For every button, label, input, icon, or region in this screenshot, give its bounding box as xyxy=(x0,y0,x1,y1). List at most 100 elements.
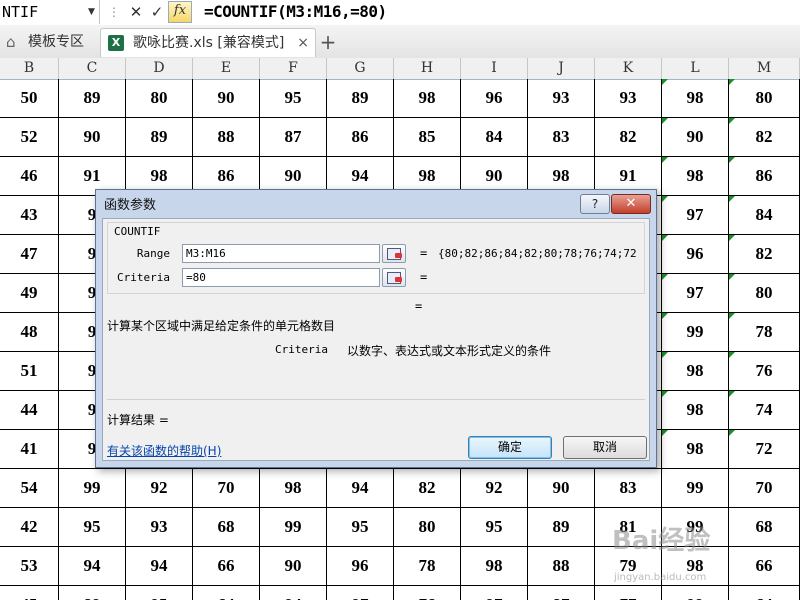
table-cell[interactable]: 98 xyxy=(394,79,461,117)
column-header[interactable]: H xyxy=(394,58,461,79)
table-cell[interactable]: 80 xyxy=(729,79,800,117)
table-cell[interactable]: 42 xyxy=(0,508,59,546)
table-cell[interactable]: 90 xyxy=(59,118,126,156)
table-cell[interactable]: 99 xyxy=(662,586,729,600)
table-cell[interactable]: 95 xyxy=(260,79,327,117)
table-cell[interactable]: 80 xyxy=(729,274,800,312)
table-cell[interactable]: 74 xyxy=(729,391,800,429)
table-cell[interactable]: 89 xyxy=(327,79,394,117)
table-cell[interactable]: 82 xyxy=(729,235,800,273)
table-cell[interactable]: 98 xyxy=(461,547,528,585)
table-cell[interactable]: 90 xyxy=(662,118,729,156)
table-cell[interactable]: 94 xyxy=(126,547,193,585)
column-header[interactable]: I xyxy=(461,58,528,79)
table-cell[interactable]: 41 xyxy=(0,430,59,468)
table-cell[interactable]: 83 xyxy=(595,469,662,507)
table-cell[interactable]: 97 xyxy=(461,586,528,600)
chevron-down-icon[interactable]: ▼ xyxy=(88,0,100,24)
table-cell[interactable]: 95 xyxy=(327,508,394,546)
cancel-icon[interactable]: ✕ xyxy=(126,2,146,22)
column-header[interactable]: F xyxy=(260,58,327,79)
criteria-collapse-button[interactable] xyxy=(382,268,406,287)
criteria-input[interactable]: =80 xyxy=(182,268,380,287)
help-button[interactable]: ? xyxy=(580,194,610,214)
table-cell[interactable]: 47 xyxy=(0,235,59,273)
column-header[interactable]: C xyxy=(59,58,126,79)
table-cell[interactable]: 92 xyxy=(461,469,528,507)
table-cell[interactable]: 99 xyxy=(662,469,729,507)
table-cell[interactable]: 97 xyxy=(327,586,394,600)
table-cell[interactable]: 43 xyxy=(0,196,59,234)
column-header[interactable]: E xyxy=(193,58,260,79)
table-cell[interactable]: 98 xyxy=(662,79,729,117)
column-header[interactable]: J xyxy=(528,58,595,79)
close-button[interactable]: ✕ xyxy=(611,194,651,214)
table-cell[interactable]: 64 xyxy=(193,586,260,600)
table-cell[interactable]: 48 xyxy=(0,313,59,351)
table-cell[interactable]: 90 xyxy=(193,79,260,117)
table-cell[interactable]: 80 xyxy=(394,508,461,546)
table-cell[interactable]: 44 xyxy=(0,391,59,429)
table-cell[interactable]: 98 xyxy=(662,391,729,429)
table-cell[interactable]: 97 xyxy=(662,196,729,234)
table-cell[interactable]: 97 xyxy=(662,274,729,312)
name-box[interactable]: NTIF xyxy=(0,0,100,24)
table-cell[interactable]: 50 xyxy=(0,79,59,117)
table-cell[interactable]: 95 xyxy=(59,508,126,546)
table-cell[interactable]: 88 xyxy=(528,547,595,585)
table-cell[interactable]: 54 xyxy=(0,469,59,507)
table-cell[interactable]: 89 xyxy=(528,508,595,546)
table-cell[interactable]: 82 xyxy=(595,118,662,156)
table-cell[interactable]: 92 xyxy=(126,469,193,507)
range-input[interactable]: M3:M16 xyxy=(182,244,380,263)
table-cell[interactable]: 86 xyxy=(327,118,394,156)
table-cell[interactable]: 80 xyxy=(126,79,193,117)
formula-input[interactable]: =COUNTIF(M3:M16,=80) xyxy=(204,0,387,24)
table-cell[interactable]: 90 xyxy=(260,547,327,585)
cancel-button[interactable]: 取消 xyxy=(563,436,647,459)
table-cell[interactable]: 68 xyxy=(193,508,260,546)
column-header[interactable]: B xyxy=(0,58,59,79)
table-cell[interactable]: 78 xyxy=(394,547,461,585)
table-cell[interactable]: 99 xyxy=(260,508,327,546)
table-cell[interactable]: 82 xyxy=(394,469,461,507)
table-cell[interactable]: 96 xyxy=(327,547,394,585)
table-cell[interactable]: 89 xyxy=(126,118,193,156)
table-cell[interactable]: 76 xyxy=(394,586,461,600)
tab-workbook[interactable]: X 歌咏比赛.xls [兼容模式] × xyxy=(100,28,316,57)
table-cell[interactable]: 96 xyxy=(461,79,528,117)
column-header[interactable]: K xyxy=(595,58,662,79)
table-cell[interactable]: 76 xyxy=(729,352,800,390)
table-cell[interactable]: 64 xyxy=(729,586,800,600)
table-cell[interactable]: 93 xyxy=(126,508,193,546)
table-cell[interactable]: 98 xyxy=(662,352,729,390)
table-cell[interactable]: 89 xyxy=(59,586,126,600)
table-cell[interactable]: 93 xyxy=(595,79,662,117)
table-cell[interactable]: 85 xyxy=(394,118,461,156)
table-cell[interactable]: 46 xyxy=(0,157,59,195)
table-cell[interactable]: 84 xyxy=(729,196,800,234)
table-cell[interactable]: 83 xyxy=(528,118,595,156)
table-cell[interactable]: 53 xyxy=(0,547,59,585)
table-cell[interactable]: 78 xyxy=(729,313,800,351)
table-cell[interactable]: 87 xyxy=(260,118,327,156)
table-cell[interactable]: 72 xyxy=(729,430,800,468)
table-cell[interactable]: 94 xyxy=(260,586,327,600)
table-cell[interactable]: 95 xyxy=(461,508,528,546)
table-cell[interactable]: 70 xyxy=(729,469,800,507)
table-cell[interactable]: 99 xyxy=(59,469,126,507)
range-collapse-button[interactable] xyxy=(382,244,406,263)
table-cell[interactable]: 96 xyxy=(662,235,729,273)
table-cell[interactable]: 89 xyxy=(59,79,126,117)
column-header[interactable]: L xyxy=(662,58,729,79)
table-cell[interactable]: 86 xyxy=(729,157,800,195)
table-cell[interactable]: 90 xyxy=(528,469,595,507)
tab-template-zone[interactable]: ⌂ 模板专区 xyxy=(4,28,104,56)
table-cell[interactable]: 94 xyxy=(327,469,394,507)
close-icon[interactable]: × xyxy=(297,29,309,57)
table-cell[interactable]: 66 xyxy=(193,547,260,585)
table-cell[interactable]: 95 xyxy=(126,586,193,600)
add-tab-icon[interactable]: + xyxy=(318,28,338,56)
table-cell[interactable]: 51 xyxy=(0,352,59,390)
table-cell[interactable]: 82 xyxy=(729,118,800,156)
